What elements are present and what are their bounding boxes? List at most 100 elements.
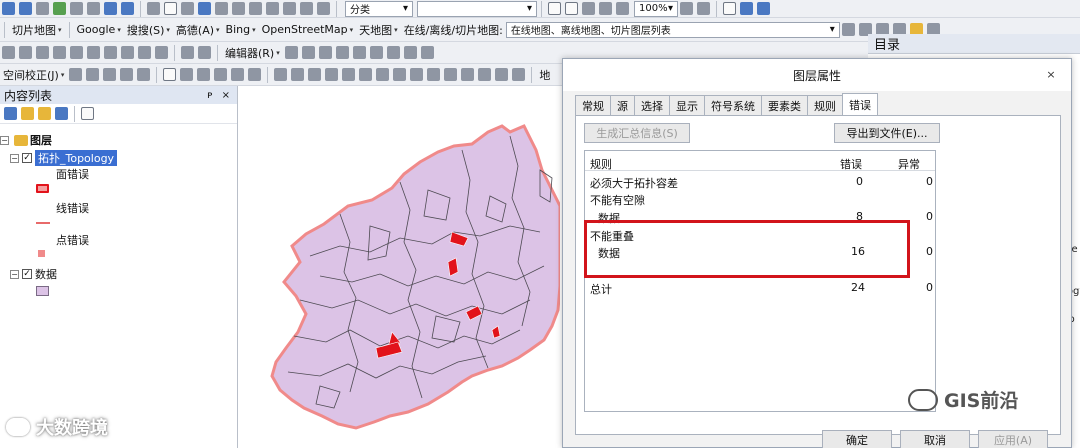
topology-layer-label[interactable]: 拓扑_Topology — [35, 150, 118, 166]
html-popup-icon[interactable] — [232, 2, 245, 15]
vertex-icon[interactable] — [53, 46, 66, 59]
page-icon[interactable] — [723, 2, 736, 15]
layers-root-row[interactable]: − 图层 — [0, 132, 52, 148]
vertex-icon[interactable] — [104, 46, 117, 59]
vertex-icon[interactable] — [121, 46, 134, 59]
close-icon[interactable]: × — [1043, 68, 1059, 82]
edit-tool-icon[interactable] — [284, 46, 298, 59]
select-element-icon[interactable] — [69, 68, 83, 81]
create-features-icon[interactable] — [420, 46, 434, 59]
edit-tool-icon[interactable] — [2, 46, 15, 59]
collapse-icon[interactable]: − — [10, 153, 19, 163]
geo-tool-icon[interactable] — [274, 68, 288, 81]
split-icon[interactable] — [352, 46, 366, 59]
topology-tool-icon[interactable] — [214, 68, 228, 81]
find-icon[interactable] — [266, 2, 279, 15]
data-layer-row[interactable]: − ✓ 数据 — [10, 266, 57, 282]
classify-combo[interactable]: 分类 ▾ — [345, 0, 413, 17]
data-view-icon[interactable] — [757, 2, 770, 15]
time-slider-icon[interactable] — [300, 2, 313, 15]
list-by-selection-icon[interactable] — [55, 107, 68, 120]
geo-tool-icon[interactable] — [342, 68, 356, 81]
ok-button[interactable]: 确定 — [822, 430, 892, 448]
geo-tool-icon[interactable] — [410, 68, 424, 81]
list-by-drawing-order-icon[interactable] — [4, 107, 17, 120]
rotate-icon[interactable] — [369, 46, 383, 59]
export-to-file-button[interactable]: 导出到文件(E)... — [834, 123, 940, 143]
geo-tool-icon[interactable] — [444, 68, 458, 81]
forward-icon[interactable] — [121, 2, 134, 15]
toc-window-controls[interactable]: ᴘ × — [207, 90, 233, 101]
geo-tool-icon[interactable] — [512, 68, 526, 81]
geo-tool-icon[interactable] — [291, 68, 305, 81]
geo-tool-icon[interactable] — [478, 68, 492, 81]
osm-menu[interactable]: OpenStreetMap ▾ — [259, 21, 357, 39]
zoom-out-icon[interactable] — [19, 2, 32, 15]
cancel-button[interactable]: 取消 — [900, 430, 970, 448]
bing-menu[interactable]: Bing ▾ — [223, 21, 259, 39]
table-row-rule[interactable]: 必须大于拓扑容差 — [590, 175, 678, 191]
tab-symbology[interactable]: 符号系统 — [704, 95, 762, 115]
full-extent-icon[interactable] — [53, 2, 66, 15]
modify-link-icon[interactable] — [103, 68, 117, 81]
create-viewer-icon[interactable] — [317, 2, 330, 15]
vertex-icon[interactable] — [70, 46, 83, 59]
fixed-zoom-icon[interactable] — [70, 2, 83, 15]
geo-tool-icon[interactable] — [495, 68, 509, 81]
topology-tool-icon[interactable] — [180, 68, 194, 81]
geo-tool-icon[interactable] — [308, 68, 322, 81]
clear-selection-icon[interactable] — [164, 2, 177, 15]
vertex-icon[interactable] — [155, 46, 168, 59]
map-tool-icon[interactable] — [841, 23, 855, 36]
table-row-rule[interactable]: 不能有空隙 — [590, 192, 645, 208]
edit-icon[interactable] — [198, 46, 211, 59]
layout-tool-icon[interactable] — [565, 2, 578, 15]
data-layer-label[interactable]: 数据 — [35, 266, 57, 282]
toggle-draft-icon[interactable] — [680, 2, 693, 15]
editor-menu[interactable]: 编辑器(R) ▾ — [222, 44, 283, 62]
zoom-in-icon[interactable] — [2, 2, 15, 15]
focus-frame-icon[interactable] — [697, 2, 710, 15]
topology-tool-icon[interactable] — [197, 68, 211, 81]
edit-vertices-icon[interactable] — [301, 46, 315, 59]
layout-view-icon[interactable] — [740, 2, 753, 15]
topology-tool-icon[interactable] — [231, 68, 245, 81]
generate-summary-button[interactable]: 生成汇总信息(S) — [584, 123, 690, 143]
back-icon[interactable] — [104, 2, 117, 15]
tab-selection[interactable]: 选择 — [634, 95, 670, 115]
link-table-icon[interactable] — [163, 68, 177, 81]
options-icon[interactable] — [81, 107, 94, 120]
measure-icon[interactable] — [249, 2, 262, 15]
vertex-icon[interactable] — [138, 46, 151, 59]
geo-tool-icon[interactable] — [427, 68, 441, 81]
map-canvas[interactable] — [240, 86, 562, 448]
cut-polygon-icon[interactable] — [335, 46, 349, 59]
tab-feature-classes[interactable]: 要素类 — [761, 95, 808, 115]
tab-source[interactable]: 源 — [610, 95, 635, 115]
sketch-icon[interactable] — [19, 46, 32, 59]
tab-rules[interactable]: 规则 — [807, 95, 843, 115]
extra-menu[interactable]: 地 — [536, 66, 553, 84]
zoom-page-icon[interactable] — [582, 2, 595, 15]
tab-errors[interactable]: 错误 — [842, 93, 878, 115]
edit-icon[interactable] — [181, 46, 194, 59]
layout-tool-icon[interactable] — [548, 2, 561, 15]
zoom-100-icon[interactable] — [616, 2, 629, 15]
zoom-combo[interactable]: 100% ▾ — [634, 0, 678, 17]
pan-icon[interactable] — [36, 2, 49, 15]
select-elements-icon[interactable] — [181, 2, 194, 15]
spatial-adjust-menu[interactable]: 空间校正(J) ▾ — [0, 66, 67, 84]
tab-general[interactable]: 常规 — [575, 95, 611, 115]
new-link-icon[interactable] — [86, 68, 100, 81]
layer-combo[interactable]: ▾ — [417, 0, 537, 17]
tab-display[interactable]: 显示 — [669, 95, 705, 115]
reshape-icon[interactable] — [318, 46, 332, 59]
zoom-whole-page-icon[interactable] — [599, 2, 612, 15]
identify-icon[interactable] — [198, 2, 211, 15]
google-menu[interactable]: Google ▾ — [74, 21, 124, 39]
geo-tool-icon[interactable] — [359, 68, 373, 81]
data-visibility-checkbox[interactable]: ✓ — [22, 269, 32, 279]
topology-layer-row[interactable]: − ✓ 拓扑_Topology — [10, 150, 118, 166]
sketch-props-icon[interactable] — [403, 46, 417, 59]
list-by-visibility-icon[interactable] — [38, 107, 51, 120]
